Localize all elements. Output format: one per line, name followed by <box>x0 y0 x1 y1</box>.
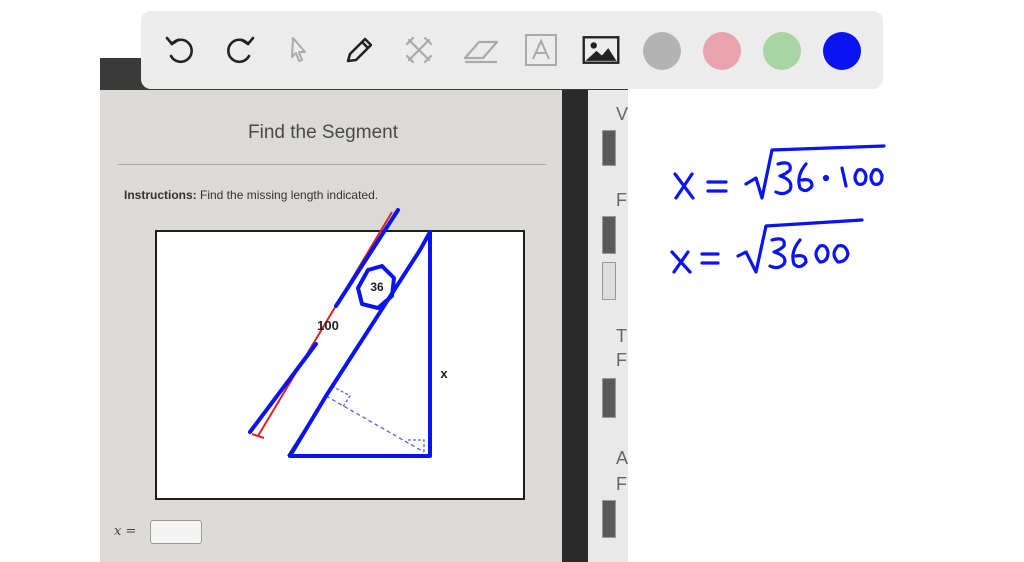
handwritten-equations <box>670 144 886 274</box>
hw-equals <box>706 180 728 193</box>
undo-icon <box>165 36 193 64</box>
color-swatch-blue[interactable] <box>823 32 861 70</box>
hw-0 <box>853 168 868 186</box>
image-tool-button[interactable] <box>581 30 621 70</box>
tools-icon <box>405 36 433 64</box>
tools-button[interactable] <box>399 30 439 70</box>
altitude-dashed <box>325 395 425 453</box>
right-angle-mark <box>408 439 425 452</box>
blue-ink-figure <box>248 208 432 458</box>
hw-6 <box>791 238 808 269</box>
hw-1 <box>840 166 848 188</box>
hw-0 <box>832 244 850 264</box>
pen-icon <box>346 37 373 63</box>
pen-tool-button[interactable] <box>339 30 379 70</box>
ink-stroke <box>248 342 318 434</box>
label-36: 36 <box>370 280 384 294</box>
hw-x <box>673 172 695 200</box>
label-100: 100 <box>317 318 339 333</box>
select-icon <box>291 37 306 62</box>
hw-0 <box>814 244 830 264</box>
color-swatch-gray[interactable] <box>643 32 681 70</box>
ink-stroke <box>334 208 400 308</box>
text-tool-button[interactable] <box>521 30 561 70</box>
redo-button[interactable] <box>219 30 259 70</box>
hw-equals <box>700 252 720 265</box>
label-x: x <box>440 366 448 381</box>
hw-3 <box>774 161 793 196</box>
color-swatch-green[interactable] <box>763 32 801 70</box>
hw-x <box>670 250 692 274</box>
hw-6 <box>797 162 814 193</box>
text-icon <box>525 34 557 66</box>
hw-0 <box>869 168 884 186</box>
image-icon <box>582 36 620 64</box>
eraser-tool-button[interactable] <box>461 30 501 70</box>
color-swatch-pink[interactable] <box>703 32 741 70</box>
undo-button[interactable] <box>161 30 201 70</box>
hw-3 <box>768 237 787 270</box>
drawing-toolbar <box>141 11 883 89</box>
hw-dot <box>822 174 830 182</box>
redo-icon <box>227 36 255 64</box>
select-tool-button[interactable] <box>279 30 319 70</box>
eraser-icon <box>463 40 499 64</box>
